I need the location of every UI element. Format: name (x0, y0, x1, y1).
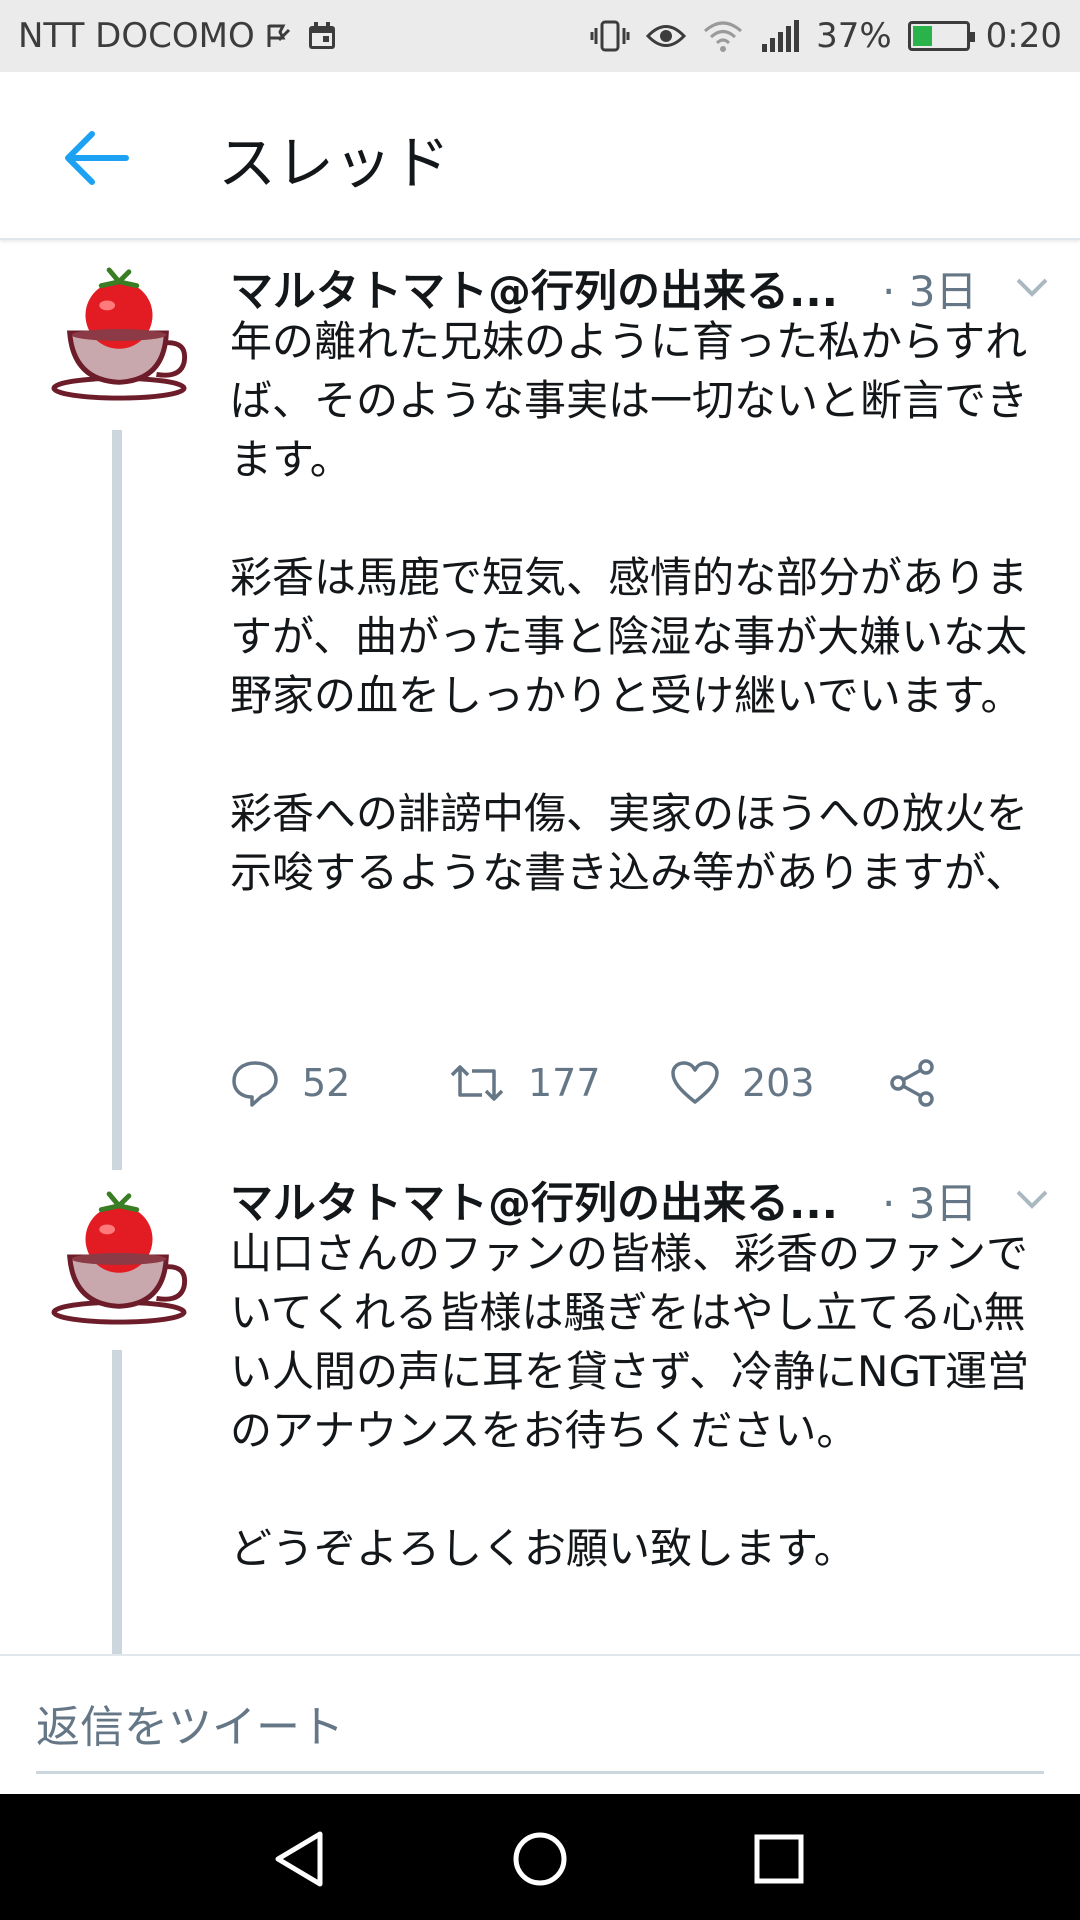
system-icons: 37% 0:20 (590, 16, 1062, 56)
home-circle-icon[interactable] (505, 1824, 575, 1894)
thread-line (112, 1350, 122, 1654)
signal-icon (762, 20, 800, 52)
tweet-header: マルタトマト@行列の出来る... · 3日 (230, 1170, 1060, 1230)
heart-icon (671, 1061, 719, 1104)
reply-input[interactable]: 返信をツイート (36, 1698, 1044, 1774)
back-arrow-icon[interactable] (60, 122, 132, 194)
top-app-bar: スレッド (0, 72, 1080, 240)
flag-icon (267, 24, 290, 47)
like-count: 203 (742, 1061, 815, 1105)
display-name[interactable]: マルタトマト@行列の出来る... (230, 257, 838, 319)
vibrate-icon (590, 20, 630, 52)
chevron-down-icon[interactable] (1012, 1182, 1052, 1216)
share-icon (890, 1059, 934, 1107)
notification-icons (265, 21, 337, 51)
tweet[interactable]: マルタトマト@行列の出来る... · 3日 年の離れた兄妹のように育った私からす… (0, 240, 1080, 1170)
battery-percent: 37% (816, 16, 892, 56)
timestamp[interactable]: · 3日 (882, 258, 977, 319)
reply-bar: 返信をツイート (0, 1654, 1080, 1794)
calendar-icon (308, 22, 335, 49)
retweet-icon (450, 1065, 504, 1101)
reply-icon (232, 1061, 278, 1107)
chevron-down-icon[interactable] (1012, 270, 1052, 304)
share-button[interactable] (888, 1048, 938, 1118)
battery-level (912, 26, 932, 46)
retweet-button[interactable]: 177 (448, 1048, 601, 1118)
timestamp[interactable]: · 3日 (882, 1170, 977, 1231)
wifi-icon (704, 21, 743, 52)
tweet-text: 山口さんのファンの皆様、彩香のファンでいてくれる皆様は騒ぎをはやし立てる心無い人… (230, 1229, 1030, 1573)
battery-icon (907, 21, 975, 51)
tweet-header: マルタトマト@行列の出来る... · 3日 (230, 258, 1060, 318)
thread-line (112, 430, 122, 1170)
carrier-label: NTT DOCOMO (18, 16, 255, 56)
avatar[interactable] (50, 264, 188, 402)
reply-button[interactable]: 52 (230, 1048, 350, 1118)
system-nav-bar (0, 1794, 1080, 1920)
tweet-actions: 52 177 203 (230, 1048, 1010, 1118)
display-name[interactable]: マルタトマト@行列の出来る... (230, 1169, 838, 1231)
status-bar: NTT DOCOMO 37% 0:20 (0, 0, 1080, 72)
reply-count: 52 (302, 1061, 351, 1105)
recents-square-icon[interactable] (744, 1824, 814, 1894)
back-triangle-icon[interactable] (266, 1824, 336, 1894)
avatar[interactable] (50, 1188, 188, 1326)
retweet-count: 177 (528, 1061, 601, 1105)
like-button[interactable]: 203 (670, 1048, 815, 1118)
tweet[interactable]: マルタトマト@行列の出来る... · 3日 山口さんのファンの皆様、彩香のファン… (0, 1158, 1080, 1654)
tweet-text: 年の離れた兄妹のように育った私からすれば、そのような事実は一切ないと断言できます… (230, 317, 1029, 897)
clock: 0:20 (985, 16, 1062, 56)
page-title: スレッド (218, 129, 451, 197)
eye-icon (646, 25, 687, 47)
